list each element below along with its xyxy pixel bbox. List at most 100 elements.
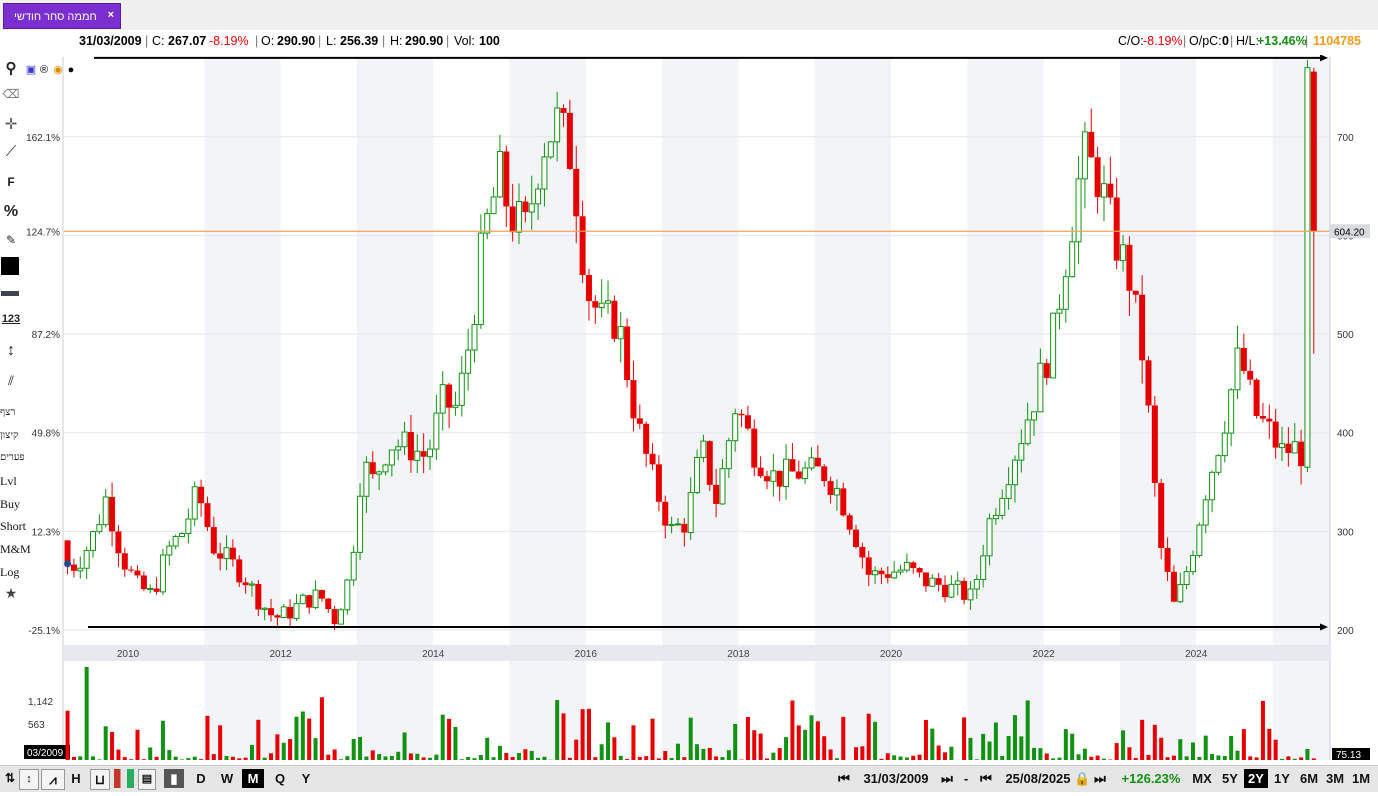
range-dash: - [963, 771, 969, 786]
vertical-arrow-icon[interactable]: ↕ [0, 342, 22, 360]
candle-body [789, 459, 796, 472]
candle-body [229, 547, 236, 560]
volume-bar [898, 756, 903, 760]
candle [1050, 312, 1057, 379]
candles-icon[interactable]: ⫽ [0, 373, 22, 389]
candle [293, 594, 300, 622]
volume-bar [478, 755, 483, 760]
candle-body [662, 501, 669, 526]
range-2y[interactable]: 2Y [1244, 769, 1268, 788]
candle-body [261, 607, 268, 610]
candle-body [337, 609, 344, 625]
volume-bar [135, 729, 140, 760]
number-tool[interactable]: 123 [0, 313, 22, 325]
volume-bar [841, 716, 846, 760]
rewind-icon[interactable]: ⏮ [972, 769, 1000, 788]
hl-label: H/L: [1236, 34, 1259, 48]
chart-type-yearly[interactable]: Y [295, 769, 317, 788]
h-toggle[interactable]: H [67, 769, 85, 788]
start-date[interactable]: 31/03/2009 [860, 769, 932, 788]
candle [433, 394, 440, 461]
extreme-tool[interactable]: קיצון [0, 430, 18, 441]
close-icon[interactable]: × [108, 9, 114, 21]
volume-bar [1063, 729, 1068, 760]
candle [617, 312, 624, 363]
chart-type-monthly[interactable]: M [242, 769, 264, 788]
range-1y[interactable]: 1Y [1270, 769, 1294, 788]
eraser-icon[interactable]: ⌫ [0, 87, 22, 101]
candle-body [185, 518, 192, 535]
range-6m[interactable]: 6M [1296, 769, 1322, 788]
candle [299, 593, 306, 605]
last-icon[interactable]: ⏭ [1086, 769, 1114, 788]
line-width-icon[interactable] [1, 291, 19, 296]
candle [744, 405, 751, 431]
box-icon[interactable]: ⊔ [90, 769, 110, 790]
candle-body [808, 457, 815, 469]
candle-body [1139, 294, 1146, 361]
candle-body [433, 412, 440, 450]
prev-icon[interactable]: ⏭ [933, 769, 961, 788]
chart-tab[interactable]: חממה סחר חודשי × [3, 3, 121, 29]
candle-body [166, 545, 173, 556]
end-date[interactable]: 25/08/2025 [1002, 769, 1074, 788]
crosshair-icon[interactable]: ✛ [0, 115, 22, 133]
first-icon[interactable]: ⏮ [830, 769, 858, 788]
search-icon[interactable]: ⚲ [0, 59, 22, 77]
volume-bar [682, 757, 687, 760]
cursor-icon[interactable]: ⇅ [1, 769, 19, 788]
candle-body [115, 531, 122, 554]
volume-bar [122, 757, 127, 760]
candle-body [573, 168, 580, 217]
candle-body [687, 492, 694, 534]
candle-body [719, 468, 726, 505]
chart-type-daily[interactable]: D [190, 769, 212, 788]
streak-tool[interactable]: רצף [0, 407, 15, 418]
line-chart-icon[interactable]: ⩘ [41, 769, 65, 790]
lock-icon[interactable]: 🔒 [1074, 769, 1090, 788]
chart-type-weekly[interactable]: W [216, 769, 238, 788]
volume-bar [313, 738, 318, 760]
star-icon[interactable]: ★ [0, 585, 22, 602]
buy-tool[interactable]: Buy [0, 497, 20, 512]
volume-bar [243, 757, 248, 760]
candle-body [1056, 308, 1063, 314]
chart-area[interactable]: 200300400500600700162.1%124.7%87.2%49.8%… [24, 54, 1378, 761]
volume-bar [1133, 758, 1138, 760]
candle-body [592, 301, 599, 308]
volume-bar [332, 749, 337, 760]
volume-bar [300, 711, 305, 760]
volume-bar [873, 721, 878, 760]
volume-bar [160, 720, 165, 760]
color-swatch[interactable] [1, 257, 19, 275]
level-tool[interactable]: Lvl [0, 474, 17, 489]
candle [471, 314, 478, 363]
volume-bar [192, 756, 197, 760]
fibonacci-tool[interactable]: F [0, 175, 22, 189]
pencil-icon[interactable]: ✎ [0, 233, 22, 247]
candle-body [751, 428, 758, 468]
color-toggle-icon[interactable] [114, 769, 134, 788]
candle-body [255, 583, 262, 610]
candle-body [1037, 362, 1044, 413]
range-max[interactable]: MX [1188, 769, 1216, 788]
save-icon[interactable]: ▤ [138, 769, 156, 790]
sort-icon[interactable]: ↕ [19, 769, 39, 790]
log-tool[interactable]: Log [0, 565, 19, 580]
chart-type-quarterly[interactable]: Q [269, 769, 291, 788]
range-1m[interactable]: 1M [1349, 769, 1373, 788]
volume-bar [675, 743, 680, 760]
volume-bar [97, 759, 102, 760]
range-3m[interactable]: 3M [1323, 769, 1347, 788]
short-tool[interactable]: Short [0, 519, 26, 534]
chart-tab-label: חממה סחר חודשי [14, 11, 97, 23]
pause-icon[interactable]: ▮ [164, 769, 184, 788]
candlestick-chart[interactable]: 200300400500600700162.1%124.7%87.2%49.8%… [24, 54, 1378, 761]
range-5y[interactable]: 5Y [1217, 769, 1243, 788]
percent-tool[interactable]: % [0, 203, 22, 221]
volume-bar [71, 756, 76, 760]
volume-bar [930, 728, 935, 760]
volume-bar [408, 753, 413, 760]
trendline-icon[interactable]: ⟋ [0, 143, 22, 160]
gaps-tool[interactable]: פערים [0, 452, 25, 463]
